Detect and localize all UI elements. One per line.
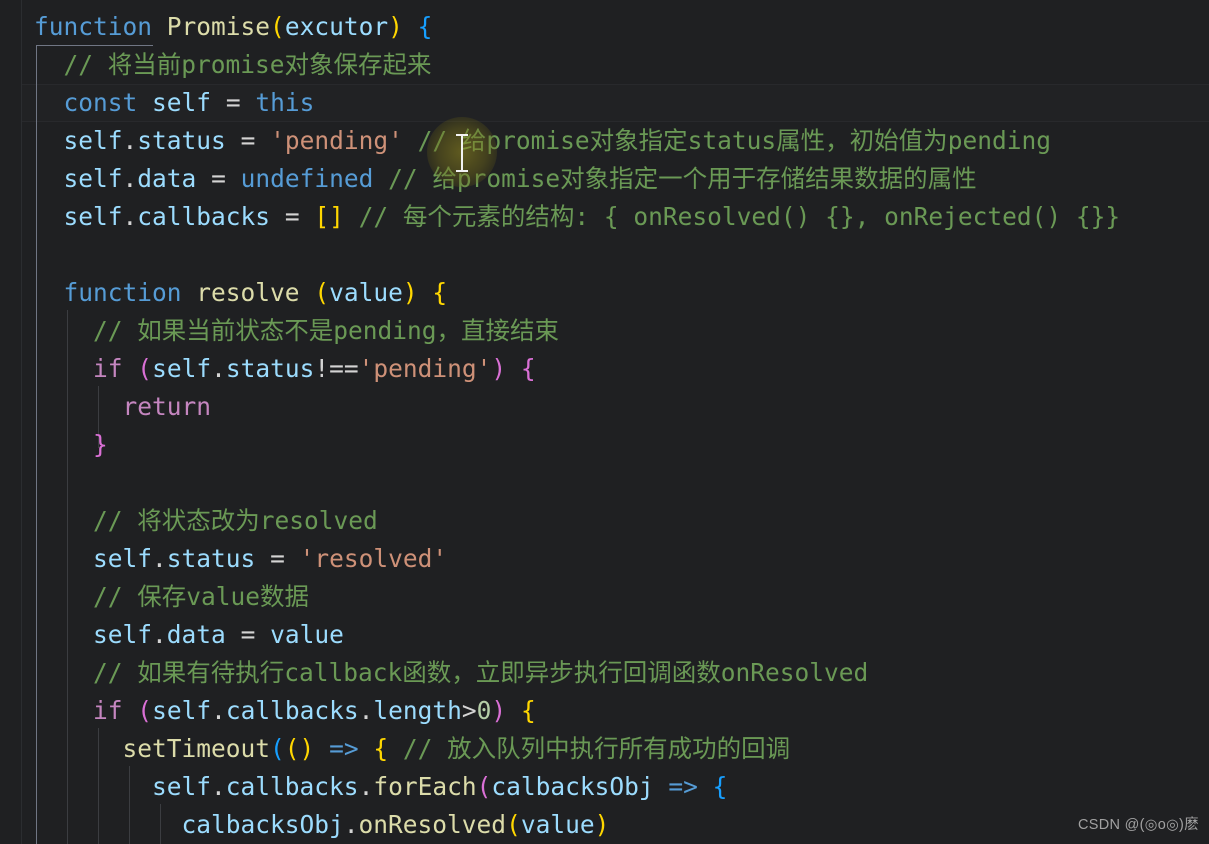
code-line-3[interactable]: self.status = 'pending' // 给promise对象指定s… — [0, 122, 1209, 160]
code-line-5[interactable]: self.callbacks = [] // 每个元素的结构: { onReso… — [0, 198, 1209, 236]
code-line-12[interactable] — [0, 464, 1209, 502]
code-content[interactable]: function Promise(excutor) { // 将当前promis… — [0, 0, 1209, 844]
code-line-0[interactable]: function Promise(excutor) { — [0, 8, 1209, 46]
code-line-7[interactable]: function resolve (value) { — [0, 274, 1209, 312]
code-line-6[interactable] — [0, 236, 1209, 274]
code-line-20[interactable]: self.callbacks.forEach(calbacksObj => { — [0, 768, 1209, 806]
code-line-4[interactable]: self.data = undefined // 给promise对象指定一个用… — [0, 160, 1209, 198]
code-editor[interactable]: // function Promise(excutor) { // 将当前pro… — [0, 0, 1209, 844]
code-line-15[interactable]: // 保存value数据 — [0, 578, 1209, 616]
code-line-16[interactable]: self.data = value — [0, 616, 1209, 654]
code-line-10[interactable]: return — [0, 388, 1209, 426]
csdn-watermark: CSDN @(◎o◎)麽 — [1078, 817, 1199, 833]
code-line-2[interactable]: const self = this — [0, 84, 1209, 122]
code-line-17[interactable]: // 如果有待执行callback函数，立即异步执行回调函数onResolved — [0, 654, 1209, 692]
code-line-1[interactable]: // 将当前promise对象保存起来 — [0, 46, 1209, 84]
code-line-19[interactable]: setTimeout(() => { // 放入队列中执行所有成功的回调 — [0, 730, 1209, 768]
code-line-18[interactable]: if (self.callbacks.length>0) { — [0, 692, 1209, 730]
code-line-13[interactable]: // 将状态改为resolved — [0, 502, 1209, 540]
code-line-14[interactable]: self.status = 'resolved' — [0, 540, 1209, 578]
code-line-8[interactable]: // 如果当前状态不是pending，直接结束 — [0, 312, 1209, 350]
code-line-21[interactable]: calbacksObj.onResolved(value) — [0, 806, 1209, 844]
code-line-11[interactable]: } — [0, 426, 1209, 464]
code-line-9[interactable]: if (self.status!=='pending') { — [0, 350, 1209, 388]
